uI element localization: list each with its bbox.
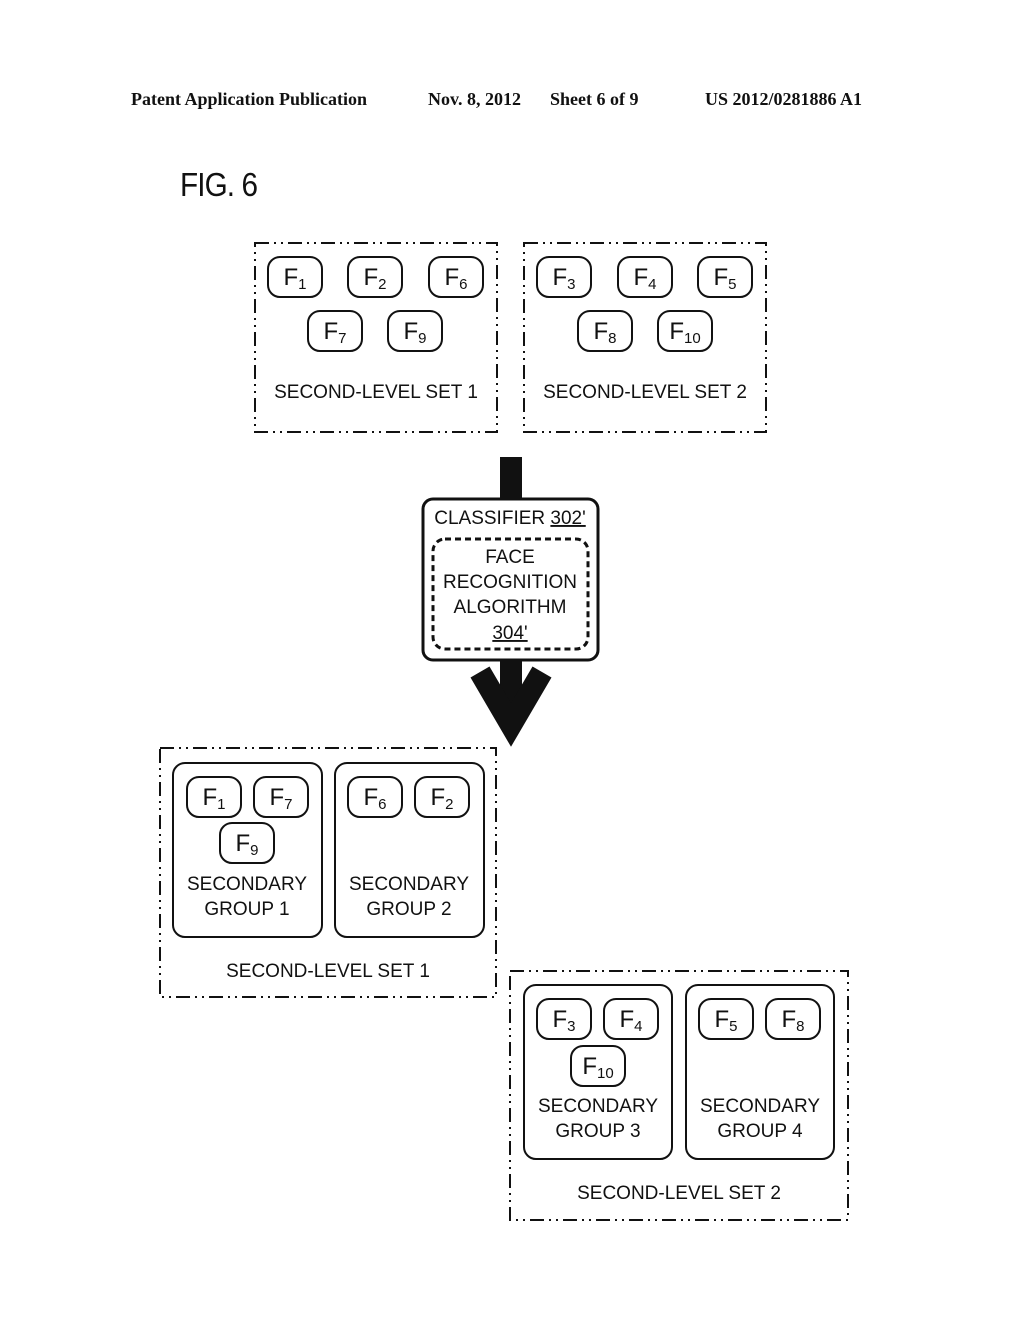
group-4-line-1: SECONDARY [700,1096,820,1117]
face-token-group1-f9: F9 [219,822,275,864]
group-4-line-2: GROUP 4 [717,1121,803,1142]
algorithm-line-3: ALGORITHM [454,597,567,618]
group-2-line-1: SECONDARY [349,874,469,895]
classifier-label: CLASSIFIER 302' [434,508,585,529]
face-token-set1-f2: F2 [347,256,403,298]
face-token-group3-f10: F10 [570,1045,626,1087]
algorithm-ref: 304' [492,623,527,644]
face-token-group2-f2: F2 [414,776,470,818]
output-set-2-label: SECOND-LEVEL SET 2 [577,1183,781,1204]
group-2-line-2: GROUP 2 [366,899,451,920]
group-3-line-2: GROUP 3 [555,1121,640,1142]
face-token-set1-f1: F1 [267,256,323,298]
input-set-2-label: SECOND-LEVEL SET 2 [543,382,747,403]
input-set-1-label: SECOND-LEVEL SET 1 [274,382,478,403]
face-token-group3-f4: F4 [603,998,659,1040]
output-set-1-label: SECOND-LEVEL SET 1 [226,961,430,982]
face-token-group2-f6: F6 [347,776,403,818]
face-token-set1-f7: F7 [307,310,363,352]
face-token-set1-f9: F9 [387,310,443,352]
face-token-set2-f4: F4 [617,256,673,298]
group-3-line-1: SECONDARY [538,1096,658,1117]
face-token-set2-f10: F10 [657,310,713,352]
face-token-set2-f3: F3 [536,256,592,298]
face-token-group3-f3: F3 [536,998,592,1040]
face-token-set1-f6: F6 [428,256,484,298]
face-token-group1-f1: F1 [186,776,242,818]
group-1-line-2: GROUP 1 [204,899,289,920]
face-token-set2-f8: F8 [577,310,633,352]
classifier-ref: 302' [550,508,585,529]
face-token-group4-f5: F5 [698,998,754,1040]
diagram: F1 F2 F6F7 F9F3 F4 F5F8 F10 SECOND-LEVEL SET 1… [159,242,849,1221]
face-token-group1-f7: F7 [253,776,309,818]
face-token-group4-f8: F8 [765,998,821,1040]
algorithm-line-1: FACE [485,547,535,568]
group-1-line-1: SECONDARY [187,874,307,895]
algorithm-line-2: RECOGNITION [443,572,577,593]
face-token-set2-f5: F5 [697,256,753,298]
